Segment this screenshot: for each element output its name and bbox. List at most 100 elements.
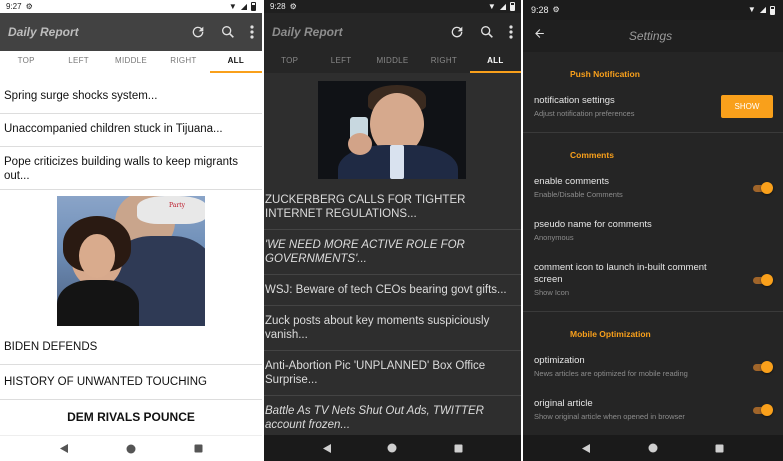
headline-item[interactable]: 'WE NEED MORE ACTIVE ROLE FOR GOVERNMENT… bbox=[264, 230, 521, 275]
refresh-icon[interactable] bbox=[190, 24, 206, 40]
nav-home-icon[interactable] bbox=[386, 442, 398, 454]
pref-subtitle: Enable/Disable Comments bbox=[534, 190, 623, 199]
pref-pseudo-name[interactable]: pseudo name for comments Anonymous bbox=[523, 207, 783, 250]
search-icon[interactable] bbox=[479, 24, 495, 40]
settings-list[interactable]: Push Notification notification settings … bbox=[523, 52, 783, 435]
enable-comments-toggle[interactable] bbox=[751, 181, 773, 194]
status-time: 9:28 bbox=[531, 5, 549, 15]
headline-item[interactable]: ZUCKERBERG CALLS FOR TIGHTER INTERNET RE… bbox=[264, 185, 521, 230]
headline-item[interactable]: Spring surge shocks system... bbox=[0, 73, 262, 114]
signal-icon: ◢ bbox=[240, 1, 247, 11]
section-comments: Comments enable comments Enable/Disable … bbox=[523, 133, 783, 312]
settings-title: Settings bbox=[628, 29, 673, 43]
tab-top[interactable]: TOP bbox=[0, 51, 52, 73]
tab-top[interactable]: TOP bbox=[264, 51, 315, 73]
status-time: 9:27 bbox=[6, 2, 22, 11]
pref-notification-settings[interactable]: notification settings Adjust notificatio… bbox=[523, 95, 783, 126]
back-arrow-icon[interactable] bbox=[533, 27, 546, 45]
headline-item[interactable]: HISTORY OF UNWANTED TOUCHING bbox=[0, 365, 262, 400]
nav-home-icon[interactable] bbox=[125, 443, 137, 455]
nav-back-icon[interactable] bbox=[58, 443, 70, 455]
category-tabs: TOP LEFT MIDDLE RIGHT ALL bbox=[0, 51, 262, 73]
battery-icon bbox=[251, 2, 256, 11]
pref-title: original article bbox=[534, 398, 593, 409]
section-title: Mobile Optimization bbox=[570, 329, 651, 339]
comment-icon-toggle[interactable] bbox=[751, 273, 773, 286]
headline-item[interactable]: Battle As TV Nets Shut Out Ads, TWITTER … bbox=[264, 396, 521, 435]
tab-middle[interactable]: MIDDLE bbox=[105, 51, 157, 73]
optimization-toggle[interactable] bbox=[751, 360, 773, 373]
pref-subtitle: Show original article when opened in bro… bbox=[534, 412, 685, 421]
headline-item[interactable]: BIDEN DEFENDS bbox=[0, 332, 262, 365]
status-bar: 9:27 ⚙ ▼ ◢ bbox=[0, 0, 262, 13]
search-icon[interactable] bbox=[220, 24, 236, 40]
pref-title: optimization bbox=[534, 355, 585, 366]
pref-enable-comments[interactable]: enable comments Enable/Disable Comments bbox=[523, 176, 783, 207]
status-bar: 9:28 ⚙ ▼ ◢ bbox=[523, 0, 783, 20]
nav-recents-icon[interactable] bbox=[714, 442, 726, 454]
headline-item[interactable]: Zuck posts about key moments suspiciousl… bbox=[264, 306, 521, 351]
more-vert-icon[interactable] bbox=[250, 25, 254, 39]
photo-caption: Party bbox=[169, 202, 186, 209]
headline-item[interactable]: Pope criticizes building walls to keep m… bbox=[0, 147, 262, 190]
settings-gear-icon: ⚙ bbox=[552, 5, 560, 14]
wifi-icon: ▼ bbox=[228, 1, 237, 11]
headline-item[interactable]: WSJ: Beware of tech CEOs bearing govt gi… bbox=[264, 275, 521, 306]
section-push-notification: Push Notification notification settings … bbox=[523, 52, 783, 133]
pref-comment-icon[interactable]: comment icon to launch in-built comment … bbox=[523, 250, 783, 305]
tab-all[interactable]: ALL bbox=[209, 51, 262, 73]
section-title: Push Notification bbox=[570, 69, 640, 79]
tab-left[interactable]: LEFT bbox=[52, 51, 104, 73]
system-nav-bar bbox=[0, 435, 262, 461]
app-bar: Daily Report bbox=[264, 13, 521, 51]
battery-icon bbox=[770, 5, 775, 15]
more-vert-icon[interactable] bbox=[509, 25, 513, 39]
tab-left[interactable]: LEFT bbox=[315, 51, 366, 73]
status-time: 9:28 bbox=[270, 2, 286, 11]
section-mobile-optimization: Mobile Optimization optimization News ar… bbox=[523, 312, 783, 435]
pref-title: enable comments bbox=[534, 176, 609, 187]
settings-gear-icon: ⚙ bbox=[289, 1, 297, 11]
app-title: Daily Report bbox=[8, 25, 79, 39]
wifi-icon: ▼ bbox=[487, 1, 496, 11]
pref-subtitle: Show Icon bbox=[534, 288, 570, 297]
nav-back-icon[interactable] bbox=[321, 442, 333, 454]
show-button[interactable]: SHOW bbox=[721, 95, 773, 118]
screen-daily-report-light: 9:27 ⚙ ▼ ◢ Daily Report TOP LEFT MIDDLE R… bbox=[0, 0, 262, 461]
original-article-toggle[interactable] bbox=[751, 403, 773, 416]
pref-title: notification settings bbox=[534, 95, 615, 106]
screen-daily-report-dark: 9:28 ⚙ ▼ ◢ Daily Report TOP LEFT MIDDLE R… bbox=[264, 0, 521, 461]
headline-item[interactable]: Unaccompanied children stuck in Tijuana.… bbox=[0, 114, 262, 147]
settings-app-bar: Settings bbox=[523, 20, 783, 52]
pref-subtitle: Adjust notification preferences bbox=[534, 109, 635, 118]
tab-middle[interactable]: MIDDLE bbox=[367, 51, 418, 73]
screen-settings: 9:28 ⚙ ▼ ◢ Settings Push Notification not… bbox=[523, 0, 783, 461]
pref-title: comment icon to launch in-built comment … bbox=[534, 262, 707, 285]
wifi-icon: ▼ bbox=[747, 5, 756, 14]
category-tabs: TOP LEFT MIDDLE RIGHT ALL bbox=[264, 51, 521, 73]
nav-recents-icon[interactable] bbox=[452, 442, 464, 454]
section-title: Comments bbox=[570, 150, 614, 160]
pref-subtitle: News articles are optimized for mobile r… bbox=[534, 369, 688, 378]
nav-recents-icon[interactable] bbox=[192, 443, 204, 455]
pref-subtitle: Anonymous bbox=[534, 233, 574, 242]
pref-optimization[interactable]: optimization News articles are optimized… bbox=[523, 355, 783, 386]
app-title: Daily Report bbox=[272, 25, 343, 39]
news-photo[interactable] bbox=[318, 81, 466, 179]
battery-icon bbox=[510, 2, 515, 11]
pref-original-article[interactable]: original article Show original article w… bbox=[523, 386, 783, 429]
headline-item[interactable]: DEM RIVALS POUNCE bbox=[0, 400, 262, 430]
signal-icon: ◢ bbox=[499, 1, 506, 11]
news-feed[interactable]: Spring surge shocks system... Unaccompan… bbox=[0, 73, 262, 435]
refresh-icon[interactable] bbox=[449, 24, 465, 40]
headline-item[interactable]: Anti-Abortion Pic 'UNPLANNED' Box Office… bbox=[264, 351, 521, 396]
system-nav-bar bbox=[523, 435, 783, 461]
tab-all[interactable]: ALL bbox=[469, 51, 521, 73]
news-feed[interactable]: ZUCKERBERG CALLS FOR TIGHTER INTERNET RE… bbox=[264, 73, 521, 435]
nav-back-icon[interactable] bbox=[580, 442, 592, 454]
signal-icon: ◢ bbox=[759, 5, 766, 14]
tab-right[interactable]: RIGHT bbox=[157, 51, 209, 73]
news-photo[interactable]: Party bbox=[57, 196, 205, 326]
nav-home-icon[interactable] bbox=[647, 442, 659, 454]
tab-right[interactable]: RIGHT bbox=[418, 51, 469, 73]
